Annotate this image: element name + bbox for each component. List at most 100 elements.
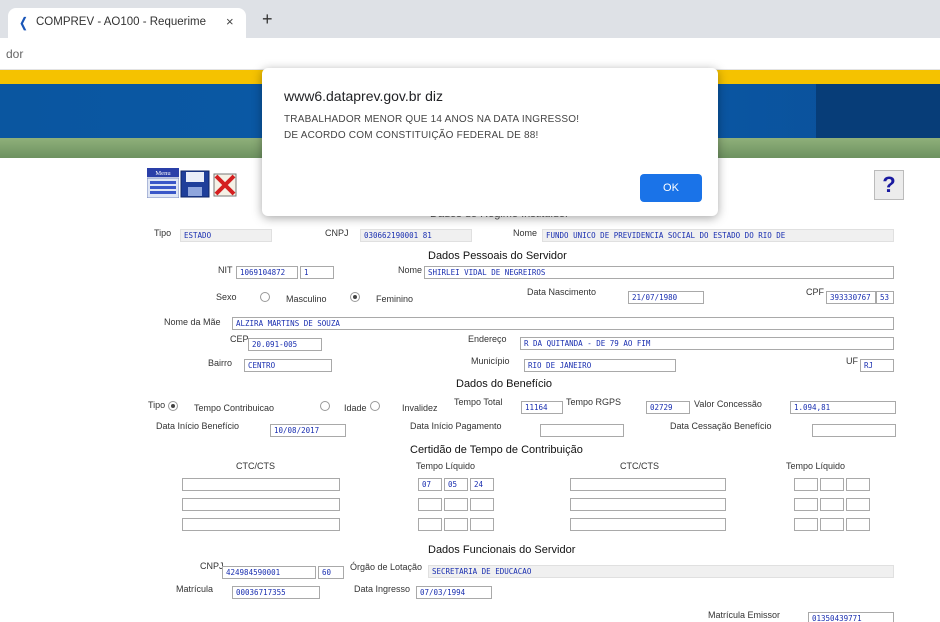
save-icon[interactable] <box>180 170 210 198</box>
liquido-meses-field[interactable]: 05 <box>444 478 468 491</box>
liquido-field[interactable] <box>846 478 870 491</box>
cpf-dv-field[interactable]: 53 <box>876 291 894 304</box>
regime-nome-field[interactable]: FUNDO UNICO DE PREVIDENCIA SOCIAL DO EST… <box>542 229 894 242</box>
ctc-field[interactable] <box>182 498 340 511</box>
liquido-field[interactable] <box>794 498 818 511</box>
liquido-field[interactable] <box>418 498 442 511</box>
tab-close-icon[interactable]: × <box>226 14 234 29</box>
inicio-pagamento-field[interactable] <box>540 424 624 437</box>
regime-tipo-field[interactable]: ESTADO <box>180 229 272 242</box>
inicio-beneficio-label: Data Início Benefício <box>156 421 240 431</box>
regime-tipo-label: Tipo <box>154 228 172 238</box>
orgao-label: Órgão de Lotação <box>350 562 423 572</box>
cep-field[interactable]: 20.091-005 <box>248 338 322 351</box>
ctc-field[interactable] <box>182 478 340 491</box>
servidor-nome-label: Nome <box>398 265 423 275</box>
delete-icon[interactable] <box>212 170 240 198</box>
masculino-radio[interactable] <box>260 292 270 302</box>
sexo-label: Sexo <box>216 292 237 302</box>
invalidez-radio[interactable] <box>370 401 380 411</box>
funcionais-heading: Dados Funcionais do Servidor <box>428 544 576 556</box>
liquido-field[interactable] <box>470 498 494 511</box>
url-text: dor <box>6 47 24 61</box>
cpf-label: CPF <box>806 287 824 297</box>
dialog-message-line2: DE ACORDO COM CONSTITUIÇÃO FEDERAL DE 88… <box>284 130 539 141</box>
beneficio-tipo-label: Tipo <box>148 400 166 410</box>
liquido-field[interactable] <box>470 518 494 531</box>
tempo-rgps-field[interactable]: 02729 <box>646 401 690 414</box>
cpf-field[interactable]: 393330767 <box>826 291 876 304</box>
tempo-rgps-label: Tempo RGPS <box>566 397 622 407</box>
endereco-field[interactable]: R DA QUITANDA - DE 79 AO FIM <box>520 337 894 350</box>
certidao-heading: Certidão de Tempo de Contribuição <box>410 444 583 456</box>
help-button[interactable]: ? <box>874 170 904 200</box>
idade-label: Idade <box>344 403 367 413</box>
liquido-field[interactable] <box>820 478 844 491</box>
dialog-message-line1: TRABALHADOR MENOR QUE 14 ANOS NA DATA IN… <box>284 114 580 125</box>
emissor-field[interactable]: 01350439771 <box>808 612 894 622</box>
nit-field[interactable]: 1069104872 <box>236 266 298 279</box>
ctc-field[interactable] <box>570 478 726 491</box>
emissor-label: Matrícula Emissor <box>708 610 781 620</box>
liquido-anos-field[interactable]: 07 <box>418 478 442 491</box>
municipio-label: Município <box>471 356 510 366</box>
tab-title: COMPREV - AO100 - Requerime <box>36 16 207 28</box>
nit-dv-field[interactable]: 1 <box>300 266 334 279</box>
tempo-total-field[interactable]: 11164 <box>521 401 563 414</box>
beneficio-heading: Dados do Benefício <box>456 378 553 390</box>
idade-radio[interactable] <box>320 401 330 411</box>
orgao-field[interactable]: SECRETARIA DE EDUCACAO <box>428 565 894 578</box>
funcionais-cnpj-field[interactable]: 424984590001 <box>222 566 316 579</box>
feminino-radio[interactable] <box>350 292 360 302</box>
uf-field[interactable]: RJ <box>860 359 894 372</box>
tempo-contribuicao-radio[interactable] <box>168 401 178 411</box>
valor-concessao-label: Valor Concessão <box>694 399 762 409</box>
liquido-field[interactable] <box>846 518 870 531</box>
favicon-icon: ❬ <box>18 15 29 30</box>
liquido-field[interactable] <box>444 498 468 511</box>
ingresso-field[interactable]: 07/03/1994 <box>416 586 492 599</box>
new-tab-button[interactable]: + <box>262 10 273 28</box>
liquido-field[interactable] <box>794 478 818 491</box>
liquido-field[interactable] <box>794 518 818 531</box>
menu-icon[interactable]: Menu <box>146 168 180 199</box>
address-bar[interactable]: dor <box>0 38 940 70</box>
servidor-nome-field[interactable]: SHIRLEI VIDAL DE NEGREIROS <box>424 266 894 279</box>
ctc-field[interactable] <box>570 498 726 511</box>
matricula-field[interactable]: 00036717355 <box>232 586 320 599</box>
uf-label: UF <box>846 356 858 366</box>
liquido-field[interactable] <box>820 498 844 511</box>
invalidez-label: Invalidez <box>402 403 438 413</box>
nascimento-field[interactable]: 21/07/1980 <box>628 291 704 304</box>
ctc-col-header-1: CTC/CTS <box>236 461 275 471</box>
funcionais-cnpj-dv-field[interactable]: 60 <box>318 566 344 579</box>
regime-cnpj-field[interactable]: 030662190001 81 <box>360 229 472 242</box>
menu-icon-label: Menu <box>155 170 171 177</box>
cessacao-beneficio-label: Data Cessação Benefício <box>670 421 772 431</box>
tempo-total-label: Tempo Total <box>454 397 503 407</box>
valor-concessao-field[interactable]: 1.094,81 <box>790 401 896 414</box>
dialog-title: www6.dataprev.gov.br diz <box>284 88 443 104</box>
nascimento-label: Data Nascimento <box>527 287 597 297</box>
inicio-beneficio-field[interactable]: 10/08/2017 <box>270 424 346 437</box>
tempo-contribuicao-label: Tempo Contribuicao <box>194 403 275 413</box>
funcionais-cnpj-label: CNPJ <box>200 561 224 571</box>
ingresso-label: Data Ingresso <box>354 584 411 594</box>
regime-nome-label: Nome <box>513 228 538 238</box>
bairro-field[interactable]: CENTRO <box>244 359 332 372</box>
nit-label: NIT <box>218 265 233 275</box>
liquido-field[interactable] <box>846 498 870 511</box>
cep-label: CEP <box>230 334 249 344</box>
browser-tab[interactable]: ❬ COMPREV - AO100 - Requerime × <box>8 8 246 38</box>
masculino-label: Masculino <box>286 294 327 304</box>
municipio-field[interactable]: RIO DE JANEIRO <box>524 359 676 372</box>
liquido-field[interactable] <box>444 518 468 531</box>
liquido-field[interactable] <box>820 518 844 531</box>
liquido-field[interactable] <box>418 518 442 531</box>
cessacao-beneficio-field[interactable] <box>812 424 896 437</box>
ok-button[interactable]: OK <box>640 174 702 202</box>
ctc-field[interactable] <box>182 518 340 531</box>
mae-field[interactable]: ALZIRA MARTINS DE SOUZA <box>232 317 894 330</box>
liquido-dias-field[interactable]: 24 <box>470 478 494 491</box>
ctc-field[interactable] <box>570 518 726 531</box>
